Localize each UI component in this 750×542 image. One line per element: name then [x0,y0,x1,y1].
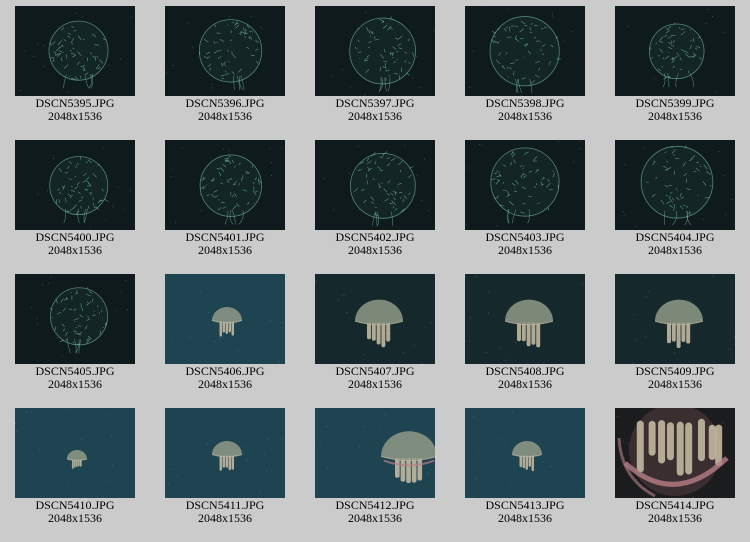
thumbnail-item[interactable]: DSCN5410.JPG 2048x1536 [0,402,150,536]
thumbnail-dimensions: 2048x1536 [498,109,552,123]
thumbnail-dimensions: 2048x1536 [198,109,252,123]
thumbnail-image[interactable] [615,408,735,498]
thumbnail-image[interactable] [165,6,285,96]
thumbnail-dimensions: 2048x1536 [348,243,402,257]
thumbnail-item[interactable]: DSCN5409.JPG 2048x1536 [600,268,750,402]
thumbnail-dimensions: 2048x1536 [198,377,252,391]
jellyfish-photo-icon [165,6,285,96]
jellyfish-photo-icon [465,408,585,498]
thumbnail-dimensions: 2048x1536 [348,109,402,123]
thumbnail-dimensions: 2048x1536 [198,243,252,257]
thumbnail-dimensions: 2048x1536 [48,377,102,391]
thumbnail-image[interactable] [165,140,285,230]
thumbnail-image[interactable] [615,274,735,364]
thumbnail-image[interactable] [465,408,585,498]
thumbnail-image[interactable] [465,274,585,364]
thumbnail-item[interactable]: DSCN5406.JPG 2048x1536 [150,268,300,402]
jellyfish-photo-icon [465,274,585,364]
thumbnail-item[interactable]: DSCN5414.JPG 2048x1536 [600,402,750,536]
thumbnail-dimensions: 2048x1536 [498,511,552,525]
jellyfish-photo-icon [165,274,285,364]
thumbnail-item[interactable]: DSCN5397.JPG 2048x1536 [300,0,450,134]
thumbnail-image[interactable] [315,140,435,230]
thumbnail-item[interactable]: DSCN5402.JPG 2048x1536 [300,134,450,268]
jellyfish-photo-icon [615,6,735,96]
thumbnail-image[interactable] [465,6,585,96]
thumbnail-dimensions: 2048x1536 [498,377,552,391]
thumbnail-dimensions: 2048x1536 [648,243,702,257]
thumbnail-item[interactable]: DSCN5412.JPG 2048x1536 [300,402,450,536]
thumbnail-image[interactable] [165,408,285,498]
jellyfish-photo-icon [15,408,135,498]
jellyfish-photo-icon [615,274,735,364]
thumbnail-item[interactable]: DSCN5405.JPG 2048x1536 [0,268,150,402]
jellyfish-photo-icon [465,6,585,96]
thumbnail-dimensions: 2048x1536 [498,243,552,257]
thumbnail-image[interactable] [315,274,435,364]
thumbnail-dimensions: 2048x1536 [648,109,702,123]
thumbnail-dimensions: 2048x1536 [648,377,702,391]
thumbnail-grid: DSCN5395.JPG 2048x1536 DSCN5396.JPG 2048… [0,0,750,542]
thumbnail-dimensions: 2048x1536 [348,377,402,391]
thumbnail-image[interactable] [15,274,135,364]
jellyfish-photo-icon [315,408,435,498]
thumbnail-image[interactable] [15,6,135,96]
thumbnail-item[interactable]: DSCN5404.JPG 2048x1536 [600,134,750,268]
jellyfish-photo-icon [465,140,585,230]
thumbnail-image[interactable] [615,140,735,230]
thumbnail-item[interactable]: DSCN5413.JPG 2048x1536 [450,402,600,536]
jellyfish-photo-icon [315,140,435,230]
jellyfish-photo-icon [165,140,285,230]
thumbnail-dimensions: 2048x1536 [48,109,102,123]
thumbnail-item[interactable]: DSCN5403.JPG 2048x1536 [450,134,600,268]
jellyfish-photo-icon [615,140,735,230]
thumbnail-image[interactable] [15,140,135,230]
thumbnail-item[interactable]: DSCN5407.JPG 2048x1536 [300,268,450,402]
jellyfish-photo-icon [615,408,735,498]
thumbnail-item[interactable]: DSCN5411.JPG 2048x1536 [150,402,300,536]
jellyfish-photo-icon [315,6,435,96]
jellyfish-photo-icon [15,274,135,364]
thumbnail-image[interactable] [15,408,135,498]
thumbnail-item[interactable]: DSCN5408.JPG 2048x1536 [450,268,600,402]
thumbnail-item[interactable]: DSCN5396.JPG 2048x1536 [150,0,300,134]
thumbnail-image[interactable] [315,6,435,96]
thumbnail-image[interactable] [615,6,735,96]
thumbnail-item[interactable]: DSCN5395.JPG 2048x1536 [0,0,150,134]
thumbnail-dimensions: 2048x1536 [198,511,252,525]
jellyfish-photo-icon [15,6,135,96]
jellyfish-photo-icon [15,140,135,230]
thumbnail-item[interactable]: DSCN5399.JPG 2048x1536 [600,0,750,134]
thumbnail-item[interactable]: DSCN5401.JPG 2048x1536 [150,134,300,268]
thumbnail-item[interactable]: DSCN5400.JPG 2048x1536 [0,134,150,268]
jellyfish-photo-icon [315,274,435,364]
thumbnail-dimensions: 2048x1536 [348,511,402,525]
thumbnail-dimensions: 2048x1536 [48,511,102,525]
thumbnail-image[interactable] [465,140,585,230]
thumbnail-dimensions: 2048x1536 [48,243,102,257]
thumbnail-item[interactable]: DSCN5398.JPG 2048x1536 [450,0,600,134]
thumbnail-image[interactable] [165,274,285,364]
jellyfish-photo-icon [165,408,285,498]
thumbnail-dimensions: 2048x1536 [648,511,702,525]
thumbnail-image[interactable] [315,408,435,498]
